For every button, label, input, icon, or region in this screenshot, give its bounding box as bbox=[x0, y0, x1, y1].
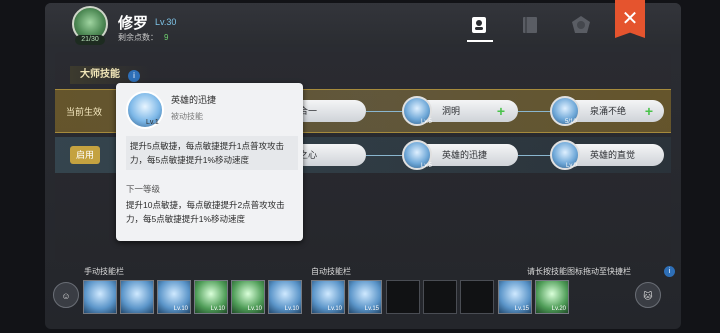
auto-slot-empty[interactable] bbox=[423, 280, 457, 314]
player-level: Lv.30 bbox=[155, 17, 177, 27]
tooltip-next-label: 下一等级 bbox=[126, 184, 161, 194]
auto-slot[interactable]: Lv.20 bbox=[535, 280, 569, 314]
slot-level: Lv.10 bbox=[284, 306, 299, 312]
close-icon: ✕ bbox=[621, 8, 639, 30]
auto-slot[interactable]: Lv.15 bbox=[498, 280, 532, 314]
connector bbox=[366, 155, 402, 156]
slot-level: Lv.10 bbox=[247, 306, 262, 312]
avatar-level: 21/30 bbox=[75, 35, 105, 45]
auto-slot[interactable]: Lv.10 bbox=[311, 280, 345, 314]
close-button[interactable]: ✕ bbox=[615, 0, 645, 38]
slot-level: Lv.20 bbox=[551, 306, 566, 312]
tab-active-indicator bbox=[467, 40, 493, 42]
tooltip-description: 提升5点敏捷，每点敏捷提升1点普攻攻击力，每5点敏捷提升1%移动速度 bbox=[126, 136, 298, 170]
connector bbox=[518, 155, 552, 156]
manual-slot[interactable] bbox=[120, 280, 154, 314]
manual-slot[interactable]: Lv.10 bbox=[157, 280, 191, 314]
auto-slot[interactable]: Lv.15 bbox=[348, 280, 382, 314]
points-value: 9 bbox=[164, 33, 169, 42]
slot-level: Lv.10 bbox=[210, 306, 225, 312]
auto-bar-label: 自动技能栏 bbox=[311, 267, 351, 276]
bar-hint: 请长按技能图标拖动至快捷栏 bbox=[527, 267, 631, 276]
slot-level: Lv.15 bbox=[364, 306, 379, 312]
auto-slot-empty[interactable] bbox=[386, 280, 420, 314]
manual-slot[interactable] bbox=[83, 280, 117, 314]
manual-bar-label: 手动技能栏 bbox=[84, 267, 124, 276]
slot-level: Lv.10 bbox=[173, 306, 188, 312]
emote-icon[interactable]: ☺ bbox=[53, 282, 79, 308]
skill-node-level: Lv.0 bbox=[566, 163, 577, 169]
book-icon[interactable] bbox=[519, 14, 541, 36]
info-icon[interactable]: i bbox=[128, 70, 140, 82]
skill-node-level: 5/10 bbox=[565, 119, 577, 125]
emblem-icon[interactable] bbox=[570, 14, 592, 36]
manual-slot[interactable]: Lv.10 bbox=[194, 280, 228, 314]
connector bbox=[366, 111, 402, 112]
enable-button[interactable]: 启用 bbox=[70, 146, 100, 164]
skill-node-level: Lv.5 bbox=[421, 163, 432, 169]
pet-avatar-icon[interactable]: 🐱 bbox=[635, 282, 661, 308]
slot-level: Lv.10 bbox=[327, 306, 342, 312]
remaining-points: 剩余点数： 9 bbox=[118, 32, 168, 43]
manual-slot[interactable]: Lv.10 bbox=[268, 280, 302, 314]
tooltip-level: Lv.1 bbox=[146, 119, 159, 126]
manual-slot[interactable]: Lv.10 bbox=[231, 280, 265, 314]
slot-level: Lv.15 bbox=[514, 306, 529, 312]
contacts-icon[interactable] bbox=[468, 14, 490, 36]
row-label-active: 当前生效 bbox=[66, 107, 103, 117]
tooltip-skill-type: 被动技能 bbox=[171, 112, 203, 121]
tooltip-skill-name: 英雄的迅捷 bbox=[171, 95, 217, 105]
player-name: 修罗 bbox=[118, 15, 149, 32]
tooltip-next-description: 提升10点敏捷，每点敏捷提升2点普攻攻击力，每5点敏捷提升1%移动速度 bbox=[126, 200, 285, 224]
info-icon[interactable]: i bbox=[664, 266, 675, 277]
auto-slot-empty[interactable] bbox=[460, 280, 494, 314]
points-label: 剩余点数： bbox=[118, 33, 158, 42]
skill-node-level: Lv.5 bbox=[421, 119, 432, 125]
connector bbox=[518, 111, 552, 112]
plus-icon[interactable]: + bbox=[643, 104, 655, 118]
plus-icon[interactable]: + bbox=[495, 104, 507, 118]
